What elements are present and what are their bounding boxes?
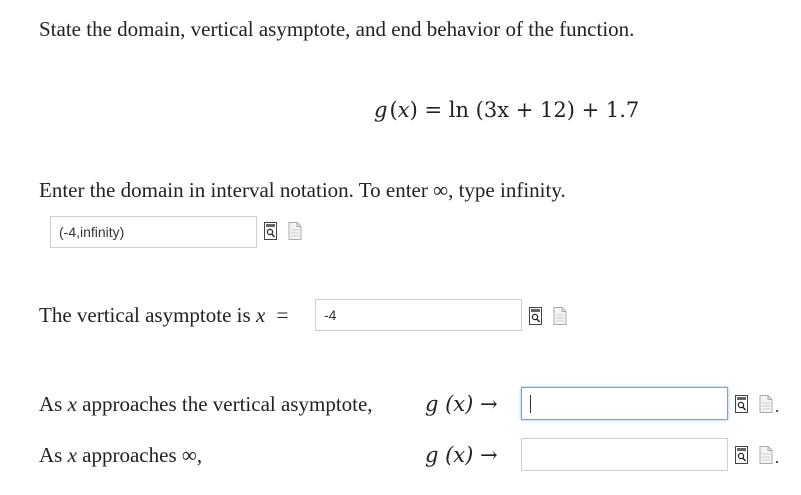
domain-label: Enter the domain in interval notation. T… [39, 178, 566, 202]
asymptote-input[interactable]: -4 [315, 299, 522, 331]
end-behavior-2-variable: x [67, 443, 77, 467]
preview-icon[interactable] [735, 394, 749, 414]
trailing-period [776, 461, 778, 463]
file-icon[interactable] [553, 306, 567, 326]
domain-input[interactable]: (-4,infinity) [50, 216, 257, 248]
function-variable: x [397, 98, 410, 122]
end-behavior-2-function: g (x) → [425, 443, 498, 467]
asymptote-equals: = [276, 303, 289, 327]
file-icon[interactable] [288, 221, 302, 241]
end-behavior-2-suffix: approaches ∞, [82, 443, 203, 467]
end-behavior-1-function: g (x) → [425, 392, 498, 416]
end-behavior-2-prefix: As [39, 443, 63, 467]
asymptote-variable: x [255, 303, 266, 327]
function-expression: = ln (3x + 12) + 1.7 [424, 98, 640, 122]
asymptote-label-text: The vertical asymptote is [39, 303, 251, 327]
domain-input-value: (-4,infinity) [59, 224, 125, 240]
end-behavior-2-label: As x approaches ∞, [39, 442, 202, 468]
end-behavior-2-input[interactable] [521, 438, 728, 471]
file-icon[interactable] [759, 445, 773, 465]
end-behavior-1-label: As x approaches the vertical asymptote, [39, 391, 373, 417]
asymptote-input-value: -4 [324, 307, 337, 323]
asymptote-label: The vertical asymptote is x = [39, 302, 288, 328]
question-prompt: State the domain, vertical asymptote, an… [39, 17, 635, 41]
text-cursor [530, 395, 531, 414]
end-behavior-1-suffix: approaches the vertical asymptote, [82, 392, 373, 416]
file-icon[interactable] [759, 394, 773, 414]
function-display: g (x) = ln (3x + 12) + 1.7 [374, 98, 640, 122]
preview-icon[interactable] [264, 221, 278, 241]
end-behavior-1-variable: x [67, 392, 77, 416]
function-name: g [374, 98, 388, 122]
end-behavior-1-input[interactable] [521, 387, 728, 420]
preview-icon[interactable] [735, 445, 749, 465]
trailing-period [776, 410, 778, 412]
end-behavior-1-prefix: As [39, 392, 63, 416]
preview-icon[interactable] [529, 306, 543, 326]
